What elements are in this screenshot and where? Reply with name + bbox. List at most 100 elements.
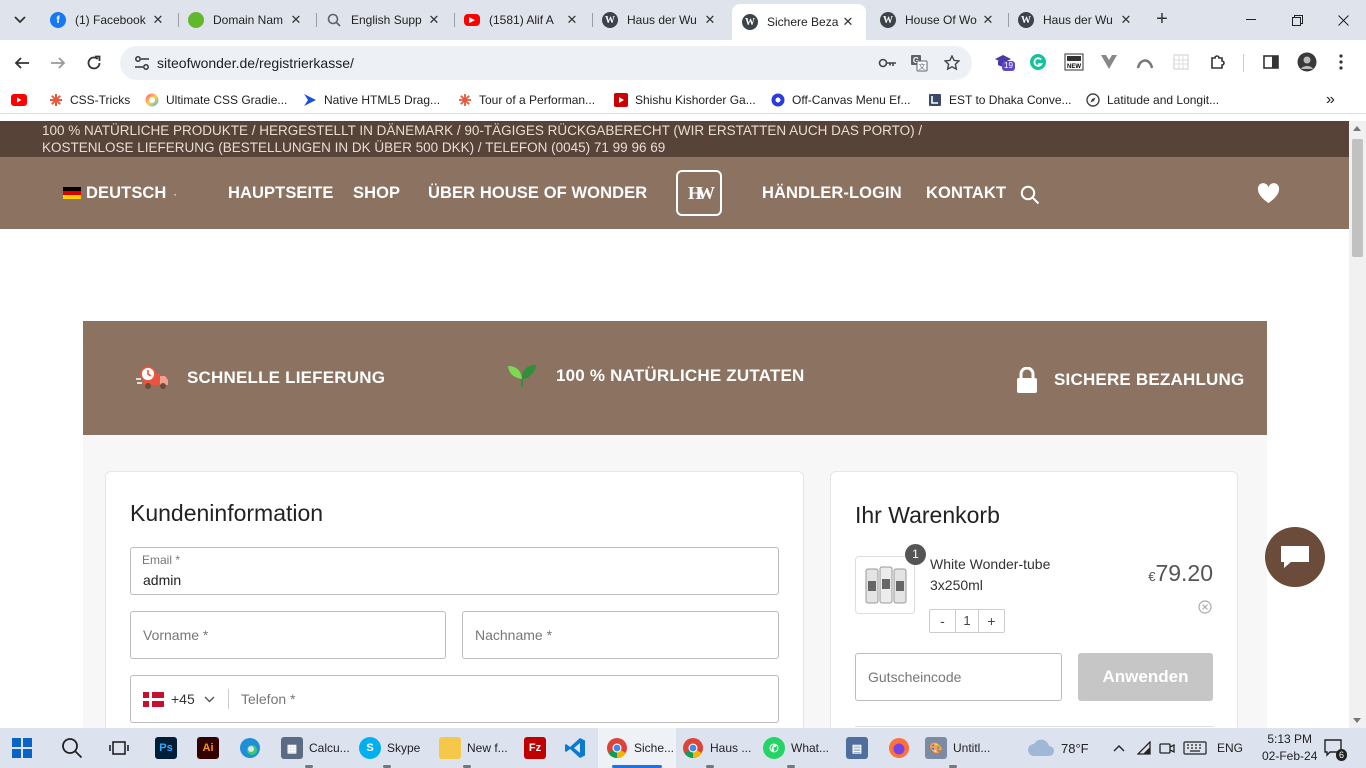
wishlist-heart-icon[interactable] — [1257, 183, 1280, 209]
tab-sichere-bezahlung[interactable]: W Sichere Beza ✕ — [732, 4, 866, 40]
nav-contact[interactable]: KONTAKT — [926, 184, 1006, 203]
close-tab-icon[interactable]: ✕ — [426, 12, 442, 28]
taskbar-filezilla[interactable]: Fz — [524, 728, 552, 768]
taskbar-calculator[interactable]: ▦ Calcu... — [281, 728, 351, 768]
taskbar-paint[interactable]: 🎨 Untitl... — [925, 728, 997, 768]
extension-icon[interactable]: 19 — [993, 52, 1015, 72]
close-tab-icon[interactable]: ✕ — [1118, 12, 1134, 28]
bookmark-css-gradient[interactable]: Ultimate CSS Gradie... — [144, 91, 287, 109]
phone-field[interactable]: +45 Telefon * — [130, 675, 779, 723]
key-icon[interactable] — [877, 54, 897, 72]
new-tab-button[interactable]: + — [1150, 8, 1174, 32]
bookmark-off-canvas[interactable]: Off-Canvas Menu Ef... — [770, 91, 911, 109]
restore-button[interactable] — [1274, 0, 1320, 40]
taskbar-network-monitor[interactable]: ▤ — [846, 728, 874, 768]
side-panel-icon[interactable] — [1261, 52, 1281, 72]
product-thumbnail[interactable] — [855, 556, 915, 614]
email-field[interactable]: Email * admin — [130, 547, 779, 595]
language-switcher[interactable]: DEUTSCH · — [63, 184, 177, 203]
task-view-button[interactable] — [109, 728, 129, 768]
touch-keyboard[interactable] — [1183, 728, 1207, 768]
bookmark-css-tricks[interactable]: CSS-Tricks — [48, 91, 130, 109]
coupon-input[interactable]: Gutscheincode — [855, 653, 1062, 701]
webcam-status[interactable] — [1159, 728, 1175, 768]
more-bookmarks-icon[interactable]: » — [1326, 91, 1335, 109]
input-language[interactable]: ENG — [1217, 728, 1243, 768]
network-status[interactable] — [1137, 728, 1153, 768]
notification-center[interactable]: 6 — [1324, 728, 1348, 768]
scroll-up-arrow-icon[interactable] — [1353, 126, 1361, 131]
bookmark-shishu-kishor[interactable]: Shishu Kishorder Ga... — [613, 91, 756, 109]
close-window-button[interactable] — [1320, 0, 1366, 40]
taskbar-vscode[interactable] — [564, 728, 592, 768]
arc-extension-icon[interactable] — [1135, 52, 1155, 72]
taskbar-edge[interactable] — [239, 728, 267, 768]
bookmark-latitude-longitude[interactable]: Latitude and Longit... — [1085, 91, 1219, 109]
page-scrollbar[interactable] — [1349, 121, 1366, 728]
nav-dealer-login[interactable]: HÄNDLER-LOGIN — [762, 184, 902, 203]
close-tab-icon[interactable]: ✕ — [150, 12, 166, 28]
country-code-selector[interactable]: +45 — [143, 691, 215, 707]
taskbar-search[interactable] — [61, 728, 83, 768]
first-name-field[interactable]: Vorname * — [130, 611, 446, 659]
taskbar-chrome-haus[interactable]: Haus ... — [682, 728, 754, 768]
close-tab-icon[interactable]: ✕ — [980, 12, 996, 28]
quantity-decrease-button[interactable]: - — [930, 610, 955, 632]
system-clock[interactable]: 5:13 PM 02-Feb-24 — [1262, 731, 1317, 765]
tab-youtube[interactable]: ▶ (1581) Alif A ✕ — [454, 6, 590, 34]
bookmark-html5-drag[interactable]: Native HTML5 Drag... — [302, 91, 440, 109]
bookmark-performance-tour[interactable]: Tour of a Performan... — [457, 91, 595, 109]
vue-devtools-icon[interactable] — [1099, 52, 1119, 72]
new-extension-icon[interactable]: NEW — [1064, 52, 1084, 72]
search-icon[interactable] — [1020, 185, 1040, 210]
bookmark-est-dhaka[interactable]: EST to Dhaka Conve... — [927, 91, 1072, 109]
taskbar-file-explorer[interactable]: New f... — [439, 728, 515, 768]
tab-haus-der-wunder-2[interactable]: W Haus der Wu ✕ — [1008, 6, 1144, 34]
grammarly-icon[interactable] — [1028, 52, 1048, 72]
taskbar-whatsapp[interactable]: ✆ What... — [763, 728, 835, 768]
nav-about[interactable]: ÜBER HOUSE OF WONDER — [428, 184, 647, 203]
quantity-increase-button[interactable]: + — [979, 610, 1004, 632]
chat-button[interactable] — [1265, 527, 1325, 587]
start-button[interactable] — [12, 728, 32, 768]
nav-home[interactable]: HAUPTSEITE — [228, 184, 334, 203]
tab-english-support[interactable]: English Supp ✕ — [316, 6, 452, 34]
quantity-value[interactable]: 1 — [955, 610, 979, 632]
site-logo[interactable]: HW — [676, 170, 722, 216]
weather-widget[interactable]: 78°F — [1027, 728, 1089, 768]
address-bar[interactable]: siteofwonder.de/registrierkasse/ G文 — [120, 46, 972, 80]
tab-facebook[interactable]: f (1) Facebook ✕ — [40, 6, 176, 34]
taskbar-illustrator[interactable]: Ai — [197, 728, 225, 768]
chrome-menu-icon[interactable] — [1331, 52, 1351, 72]
taskbar-skype[interactable]: S Skype — [359, 728, 429, 768]
close-tab-icon[interactable]: ✕ — [288, 12, 304, 28]
back-button[interactable] — [10, 51, 34, 75]
reload-button[interactable] — [82, 51, 106, 75]
close-tab-icon[interactable]: ✕ — [840, 14, 856, 30]
tab-haus-der-wunder-1[interactable]: W Haus der Wu ✕ — [592, 6, 728, 34]
taskbar-firefox[interactable] — [888, 728, 916, 768]
remove-item-icon[interactable] — [1198, 600, 1212, 619]
tab-search-button[interactable] — [8, 8, 32, 32]
tab-domain-name[interactable]: Domain Nam ✕ — [178, 6, 314, 34]
close-tab-icon[interactable]: ✕ — [564, 12, 580, 28]
translate-icon[interactable]: G文 — [909, 54, 929, 72]
forward-button[interactable] — [46, 51, 70, 75]
site-info-icon[interactable] — [134, 56, 150, 70]
scrollbar-thumb[interactable] — [1352, 139, 1363, 257]
bookmark-youtube[interactable] — [11, 91, 33, 109]
extensions-puzzle-icon[interactable] — [1208, 52, 1228, 72]
scroll-down-arrow-icon[interactable] — [1353, 718, 1361, 723]
taskbar-chrome-sichere[interactable]: Siche... — [598, 728, 676, 768]
taskbar-photoshop[interactable]: Ps — [155, 728, 183, 768]
nav-shop[interactable]: SHOP — [353, 184, 400, 203]
tab-house-of-wonder[interactable]: W House Of Wo ✕ — [870, 6, 1006, 34]
minimize-button[interactable] — [1228, 0, 1274, 40]
bookmark-star-icon[interactable] — [942, 54, 962, 72]
grid-extension-icon[interactable] — [1171, 52, 1191, 72]
show-hidden-icons[interactable] — [1113, 728, 1125, 768]
close-tab-icon[interactable]: ✕ — [702, 12, 718, 28]
apply-coupon-button[interactable]: Anwenden — [1078, 653, 1213, 701]
profile-avatar[interactable] — [1297, 52, 1317, 72]
last-name-field[interactable]: Nachname * — [462, 611, 779, 659]
